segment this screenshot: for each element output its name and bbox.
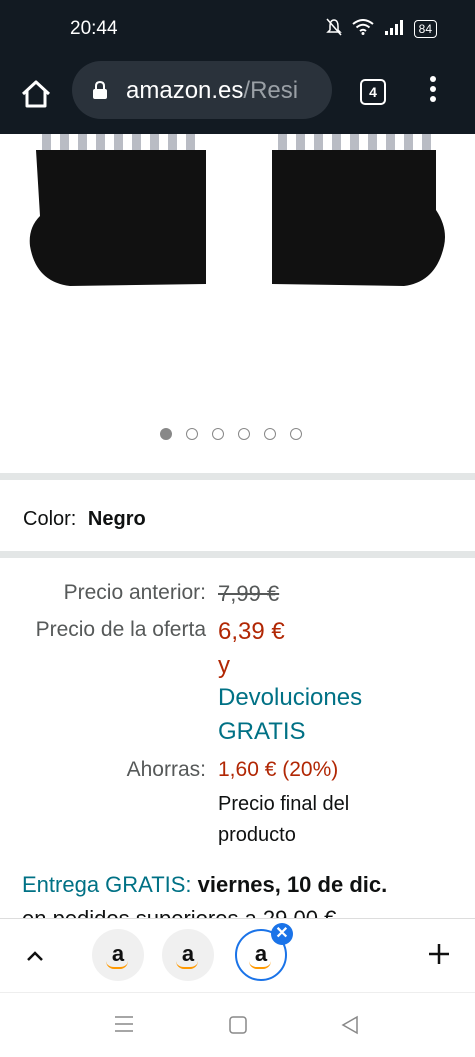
carousel-dot[interactable] (238, 428, 250, 440)
carousel-dot[interactable] (186, 428, 198, 440)
signal-icon (384, 19, 404, 38)
status-bar: 20:44 84 (0, 0, 475, 58)
offer-price-label: Precio de la oferta (35, 618, 206, 641)
tab-thumbnail[interactable]: a (92, 929, 144, 981)
carousel-dot[interactable] (264, 428, 276, 440)
carousel-dot[interactable] (160, 428, 172, 440)
price-conjunction: y (218, 652, 230, 679)
previous-price-label: Precio anterior: (63, 581, 206, 604)
tab-thumbnail-active[interactable]: a ✕ (235, 923, 293, 981)
color-selection: Color: Negro (23, 508, 146, 531)
system-nav-bar (0, 992, 475, 1057)
close-tab-icon[interactable]: ✕ (271, 923, 293, 945)
page-content: Color: Negro Precio anterior: 7,99 € Pre… (0, 134, 475, 918)
free-returns-link[interactable]: Devoluciones (218, 684, 362, 712)
offer-price-row: Precio de la oferta 6,39 € (0, 618, 475, 645)
image-carousel-dots (160, 428, 302, 440)
tab-switcher-button[interactable]: 4 (360, 79, 386, 105)
wifi-icon (352, 19, 374, 38)
browser-toolbar: amazon.es/Resi 4 (0, 58, 475, 134)
offer-price-value: 6,39 € (218, 618, 285, 645)
section-divider (0, 473, 475, 480)
free-returns-link-line2[interactable]: GRATIS (218, 718, 306, 746)
url-text: amazon.es/Resi (126, 77, 326, 105)
tab-thumbnail[interactable]: a (162, 929, 214, 981)
carousel-dot[interactable] (290, 428, 302, 440)
url-domain: amazon.es (126, 77, 244, 104)
tab-strip: a a a ✕ (0, 918, 475, 993)
savings-value: 1,60 € (20%) (218, 758, 339, 781)
home-nav-icon[interactable] (228, 1015, 248, 1040)
color-label: Color: (23, 508, 77, 530)
product-image[interactable] (0, 134, 475, 440)
recent-apps-icon[interactable] (114, 1015, 134, 1038)
status-icons: 84 (325, 18, 437, 39)
section-divider (0, 551, 475, 558)
savings-label: Ahorras: (126, 758, 206, 781)
chevron-up-icon[interactable] (24, 945, 46, 967)
home-icon[interactable] (18, 76, 54, 112)
color-value: Negro (87, 508, 146, 530)
battery-icon: 84 (413, 19, 437, 38)
delivery-info: Entrega GRATIS: viernes, 10 de dic. (22, 872, 387, 898)
previous-price-row: Precio anterior: 7,99 € (0, 581, 475, 606)
carousel-dot[interactable] (212, 428, 224, 440)
status-time: 20:44 (70, 18, 118, 39)
previous-price-value: 7,99 € (218, 581, 280, 606)
new-tab-icon[interactable] (426, 941, 452, 967)
mute-icon (325, 18, 342, 39)
url-path: /Resi (243, 77, 299, 104)
free-delivery-link[interactable]: Entrega GRATIS: (22, 872, 192, 897)
lock-icon (92, 80, 108, 100)
delivery-condition: en pedidos superiores a 29,00 € (22, 906, 336, 918)
final-price-note: Precio final del (218, 793, 350, 815)
more-menu-icon[interactable] (428, 76, 438, 108)
final-price-note-line2: producto (218, 824, 296, 846)
delivery-date: viernes, 10 de dic. (197, 872, 388, 897)
url-bar[interactable]: amazon.es/Resi (72, 61, 332, 119)
back-nav-icon[interactable] (340, 1015, 360, 1040)
savings-row: Ahorras: 1,60 € (20%) (0, 758, 475, 782)
